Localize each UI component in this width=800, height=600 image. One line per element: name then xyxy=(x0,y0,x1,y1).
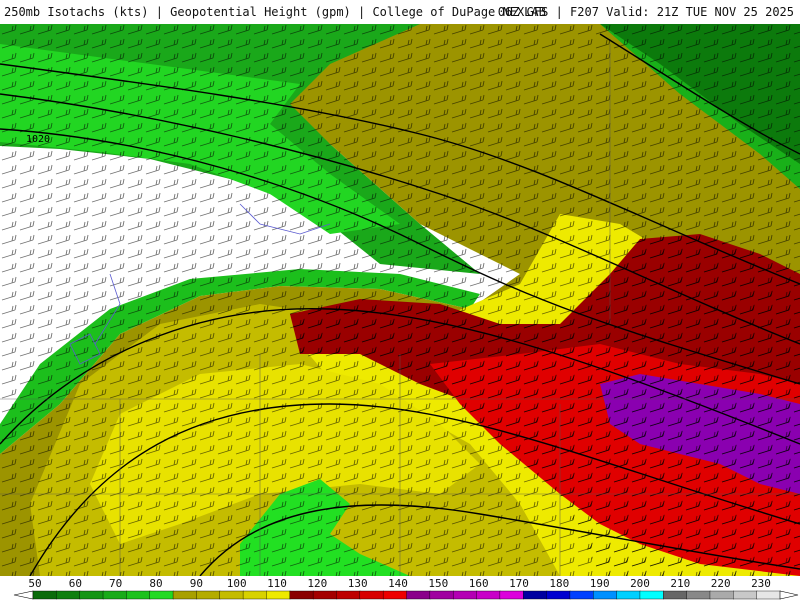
colorbar-swatch xyxy=(56,590,81,600)
colorbar-tick-100: 100 xyxy=(226,577,247,590)
colorbar-swatch xyxy=(266,590,291,600)
colorbar-tick-110: 110 xyxy=(267,577,287,590)
colorbar-swatch xyxy=(102,590,128,600)
colorbar-swatch xyxy=(172,590,198,600)
colorbar-swatch xyxy=(523,590,548,600)
colorbar-tick-210: 210 xyxy=(670,577,691,590)
colorbar-swatch xyxy=(79,590,104,600)
colorbar-swatch xyxy=(452,590,478,600)
colorbar-swatch xyxy=(499,590,524,600)
colorbar-swatch xyxy=(336,590,361,600)
colorbar-swatch xyxy=(756,590,781,600)
colorbar-tick-50: 50 xyxy=(28,577,42,590)
colorbar-swatch xyxy=(686,590,711,600)
colorbar-tick-220: 220 xyxy=(710,577,731,590)
colorbar-swatch xyxy=(312,590,338,600)
colorbar-arrow-left xyxy=(13,590,34,600)
colorbar-swatch xyxy=(149,590,174,600)
colorbar-swatch xyxy=(429,590,454,600)
colorbar-swatch xyxy=(126,590,151,600)
colorbar-tick-190: 190 xyxy=(589,577,610,590)
colorbar-swatch xyxy=(546,590,571,600)
colorbar-swatch xyxy=(476,590,501,600)
colorbar-tick-230: 230 xyxy=(751,577,771,590)
colorbar-tick-labels: 50 60 70 80 90 100 110 120 130 140 150 160 170 180 190… xyxy=(0,576,800,590)
colorbar-tick-130: 130 xyxy=(347,577,368,590)
colorbar-tick-80: 80 xyxy=(149,577,163,590)
model-run-info: 06Z GFS | F207 Valid: 21Z TUE NOV 25 202… xyxy=(497,5,794,19)
colorbar-swatch xyxy=(242,590,268,600)
colorbar-tick-150: 150 xyxy=(428,577,449,590)
colorbar-tick-200: 200 xyxy=(630,577,650,590)
colorbar-swatch xyxy=(709,590,735,600)
contour-label: 1020 xyxy=(26,134,50,145)
colorbar-bar xyxy=(13,590,799,600)
colorbar-swatch xyxy=(593,590,618,600)
colorbar-swatch xyxy=(733,590,758,600)
colorbar-arrow-right xyxy=(779,590,799,600)
colorbar-tick-90: 90 xyxy=(189,577,203,590)
colorbar-swatch xyxy=(32,590,58,600)
colorbar-swatch xyxy=(569,590,594,600)
colorbar-tick-140: 140 xyxy=(388,577,408,590)
colorbar-swatch xyxy=(219,590,244,600)
colorbar-swatch xyxy=(382,590,408,600)
colorbar-tick-70: 70 xyxy=(109,577,123,590)
colorbar-swatch xyxy=(196,590,221,600)
colorbar-tick-170: 170 xyxy=(509,577,529,590)
colorbar-tick-60: 60 xyxy=(68,577,82,590)
isotach-map: 1020 xyxy=(0,24,800,576)
colorbar-tick-180: 180 xyxy=(549,577,570,590)
map-title: 250mb Isotachs (kts) | Geopotential Heig… xyxy=(4,5,546,19)
colorbar-tick-120: 120 xyxy=(307,577,328,590)
colorbar-swatch xyxy=(359,590,384,600)
colorbar-swatch xyxy=(639,590,664,600)
isotach-colorbar: 50 60 70 80 90 100 110 120 130 140 150 160 170 180 190… xyxy=(0,576,800,600)
colorbar-swatch xyxy=(406,590,431,600)
colorbar-swatch xyxy=(289,590,314,600)
map-header: 250mb Isotachs (kts) | Geopotential Heig… xyxy=(0,0,800,24)
colorbar-swatch xyxy=(663,590,688,600)
colorbar-swatch xyxy=(616,590,641,600)
colorbar-tick-160: 160 xyxy=(468,577,489,590)
